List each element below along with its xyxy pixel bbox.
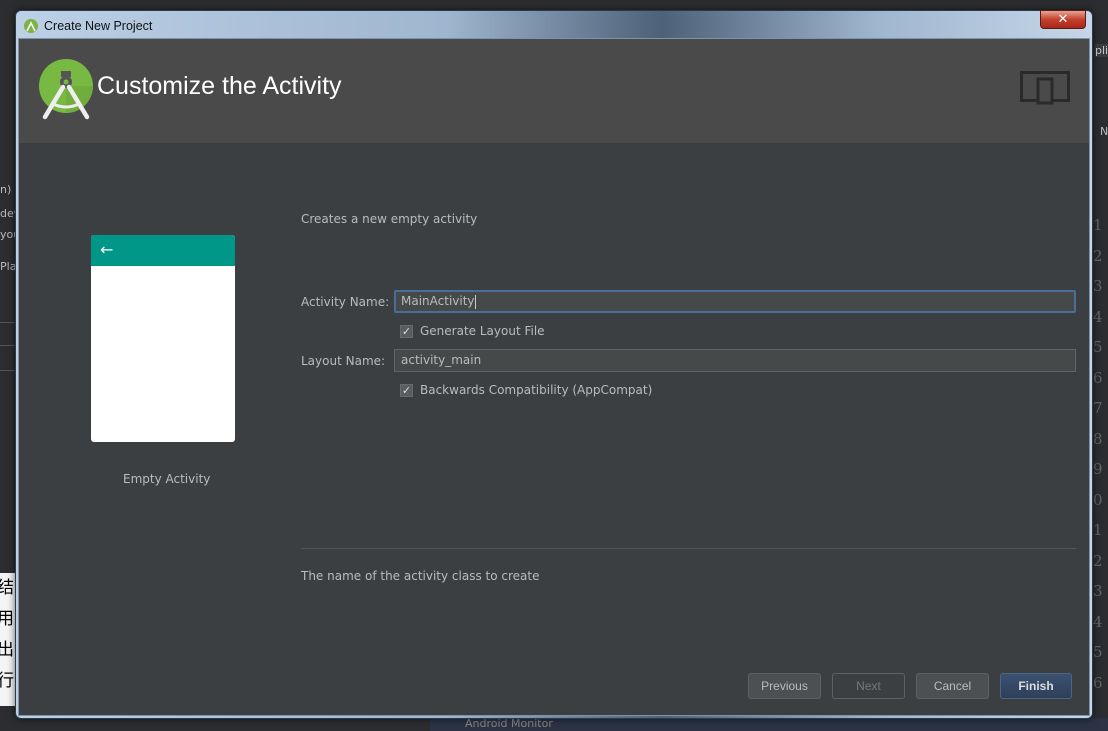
android-studio-icon <box>24 19 38 33</box>
divider <box>0 345 15 346</box>
header: Customize the Activity <box>19 39 1089 143</box>
bg-text: 用 <box>0 604 15 635</box>
cancel-button[interactable]: Cancel <box>916 673 989 699</box>
bg-text: Pla <box>0 260 17 273</box>
bg-text: 结 <box>0 573 15 604</box>
generate-layout-checkbox[interactable]: ✓ Generate Layout File <box>400 324 545 338</box>
dialog-content: Customize the Activity ← Empty Activity … <box>18 38 1090 716</box>
activity-preview: ← <box>91 235 235 442</box>
activity-name-input[interactable]: MainActivity <box>394 290 1076 313</box>
back-arrow-icon: ← <box>100 240 114 259</box>
phone-tablet-icon <box>1020 71 1070 105</box>
bg-text: N <box>1100 125 1108 138</box>
layout-name-input[interactable]: activity_main <box>394 349 1076 372</box>
divider <box>301 548 1076 549</box>
android-studio-icon <box>39 59 93 120</box>
next-button[interactable]: Next <box>832 673 905 699</box>
checkbox-checked-icon: ✓ <box>400 383 413 397</box>
bg-text: n) <box>0 183 12 196</box>
window-title: Create New Project <box>44 19 153 33</box>
line-numbers: 1 2 3 4 5 6 7 8 9 0 1 2 3 4 5 6 <box>1093 216 1103 692</box>
bg-text: 行 <box>0 666 15 706</box>
page-title: Customize the Activity <box>97 72 342 100</box>
activity-name-value: MainActivity <box>401 294 475 308</box>
checkbox-checked-icon: ✓ <box>400 324 413 338</box>
previous-button[interactable]: Previous <box>748 673 821 699</box>
checkbox-label: Backwards Compatibility (AppCompat) <box>420 383 653 397</box>
text-caret <box>474 294 476 309</box>
bg-text: pli <box>1095 44 1108 57</box>
finish-button[interactable]: Finish <box>1000 673 1072 699</box>
layout-name-label: Layout Name: <box>301 354 386 368</box>
create-project-dialog: Create New Project ✕ Customize the Activ… <box>15 10 1093 719</box>
template-name: Empty Activity <box>123 472 211 486</box>
divider <box>0 322 15 323</box>
status-bar: Android Monitor <box>430 718 1108 731</box>
bg-text: 出 <box>0 635 15 666</box>
description: Creates a new empty activity <box>301 212 478 226</box>
toolbar-preview: ← <box>91 235 235 266</box>
checkbox-label: Generate Layout File <box>420 324 545 338</box>
backwards-compat-checkbox[interactable]: ✓ Backwards Compatibility (AppCompat) <box>400 383 652 397</box>
field-hint: The name of the activity class to create <box>301 569 540 583</box>
close-button[interactable]: ✕ <box>1040 10 1086 29</box>
activity-name-label: Activity Name: <box>301 295 390 309</box>
divider <box>0 370 15 371</box>
title-bar: Create New Project <box>24 16 152 36</box>
